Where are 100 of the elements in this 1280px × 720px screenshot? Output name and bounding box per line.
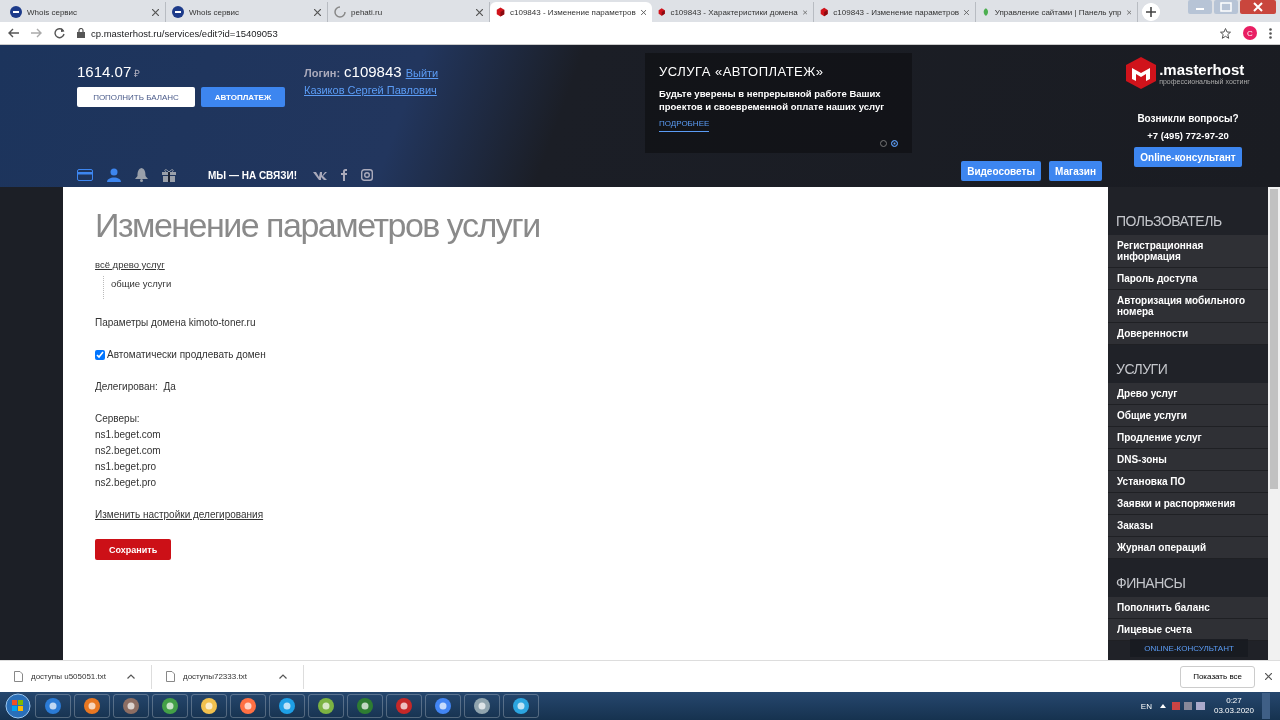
gift-icon[interactable] (162, 168, 176, 182)
sidebar-item[interactable]: Регистрационная информация (1108, 235, 1268, 268)
domain-params-text: Параметры домена kimoto-toner.ru (95, 317, 256, 328)
close-icon[interactable] (640, 8, 646, 16)
sidebar-item[interactable]: Доверенности (1108, 323, 1268, 345)
cube-icon (820, 6, 829, 18)
download-item[interactable]: доступы72333.txt (152, 664, 304, 689)
caret-icon[interactable] (279, 674, 287, 679)
sidebar-item[interactable]: Древо услуг (1108, 383, 1268, 405)
app-icon[interactable] (200, 697, 218, 715)
back-icon[interactable] (8, 28, 19, 38)
sidebar-item[interactable]: Лицевые счета (1108, 619, 1268, 641)
consultant-toast[interactable]: ONLINE-КОНСУЛЬТАНТ (1130, 639, 1248, 657)
close-icon[interactable] (152, 8, 159, 16)
login-label: Логин: (304, 67, 341, 79)
start-button[interactable] (4, 693, 32, 719)
app-icon[interactable] (473, 697, 491, 715)
server-name: ns2.beget.pro (95, 476, 157, 490)
more-link[interactable]: ПОДРОБНЕЕ (659, 119, 710, 132)
server-name: ns2.beget.com (95, 444, 161, 458)
caret-icon[interactable] (127, 674, 135, 679)
currency-sign: ₽ (134, 68, 141, 79)
social-icon[interactable] (341, 169, 348, 181)
server-name: ns1.beget.pro (95, 460, 157, 474)
tray-icon[interactable] (1159, 701, 1206, 711)
sidebar-item[interactable]: DNS-зоны (1108, 449, 1268, 471)
tree-link[interactable]: всё древо услуг (95, 259, 165, 270)
close-icon[interactable] (1265, 673, 1272, 680)
file-icon (166, 671, 175, 682)
social-icon[interactable] (313, 170, 328, 180)
logo-text: .masterhost (1159, 61, 1246, 78)
clock-time: 0:27 (1226, 696, 1242, 706)
sidebar-item[interactable]: Установка ПО (1108, 471, 1268, 493)
app-icon[interactable] (44, 697, 62, 715)
close-icon[interactable] (964, 8, 969, 16)
sidebar-heading: УСЛУГИ (1115, 360, 1169, 379)
tree-item[interactable]: общие услуги (111, 278, 172, 289)
download-item[interactable]: доступы u505051.txt (0, 664, 152, 689)
sidebar-item[interactable]: Продление услуг (1108, 427, 1268, 449)
consultant-button[interactable]: Online-консультант (1134, 147, 1242, 167)
app-icon[interactable] (161, 697, 179, 715)
logout-link[interactable]: Выйти (405, 67, 439, 79)
app-icon[interactable] (239, 697, 257, 715)
top-up-button[interactable]: ПОПОЛНИТЬ БАЛАНС (77, 87, 195, 107)
sidebar-item[interactable]: Заказы (1108, 515, 1268, 537)
sidebar-item[interactable]: Пополнить баланс (1108, 597, 1268, 619)
sidebar-item[interactable]: Пароль доступа (1108, 268, 1268, 290)
star-icon[interactable] (1220, 27, 1231, 39)
app-icon[interactable] (278, 697, 296, 715)
lock-icon (77, 28, 85, 38)
user-name-link[interactable]: Казиков Сергей Павлович (304, 84, 439, 96)
user-icon[interactable] (107, 168, 121, 182)
file-icon (14, 671, 23, 682)
reload-icon[interactable] (54, 27, 65, 39)
delegation-link[interactable]: Изменить настройки делегирования (95, 509, 264, 520)
app-icon[interactable] (356, 697, 374, 715)
login-value: c109843 (344, 63, 402, 80)
leaf-icon (982, 6, 990, 18)
show-all-button[interactable]: Показать все (1180, 665, 1255, 688)
sidebar-heading: ПОЛЬЗОВАТЕЛЬ (1115, 212, 1223, 231)
close-icon[interactable] (314, 8, 321, 16)
bell-icon[interactable] (135, 168, 148, 182)
app-icon[interactable] (83, 697, 101, 715)
close-button[interactable] (1240, 0, 1276, 14)
save-button[interactable]: Сохранить (95, 539, 172, 560)
contact-label: МЫ — НА СВЯЗИ! (208, 169, 298, 181)
cube-icon (658, 6, 666, 18)
promo-text: Будьте уверены в непрерывной работе Ваших проектов и своевременной оплате наших услуг (659, 87, 886, 113)
server-name: ns1.beget.com (95, 428, 161, 442)
nav-button[interactable]: Магазин (1048, 161, 1102, 181)
language-indicator[interactable]: EN (1140, 701, 1152, 711)
app-icon[interactable] (434, 697, 452, 715)
nav-button[interactable]: Видеосоветы (961, 161, 1041, 181)
url-field[interactable]: cp.masterhost.ru/services/edit?id=15409053 (91, 27, 278, 39)
app-icon[interactable] (317, 697, 335, 715)
camera-icon[interactable] (361, 169, 374, 181)
app-icon[interactable] (395, 697, 413, 715)
scrollbar[interactable] (1268, 187, 1280, 660)
logo-icon (1126, 57, 1157, 89)
app-icon[interactable] (122, 697, 140, 715)
delegated-label: Делегирован: (95, 381, 158, 392)
sidebar-item[interactable]: Авторизация мобильного номера (1108, 290, 1268, 323)
slider-dot[interactable] (891, 140, 898, 147)
help-text: Возникли вопросы? (1137, 113, 1239, 124)
loading-icon (334, 6, 346, 18)
sidebar-item[interactable]: Журнал операций (1108, 537, 1268, 559)
checkbox[interactable] (95, 350, 105, 360)
site-icon (172, 6, 184, 18)
credit-card-icon[interactable] (77, 169, 93, 181)
sidebar-item[interactable]: Общие услуги (1108, 405, 1268, 427)
sidebar-item[interactable]: Заявки и распоряжения (1108, 493, 1268, 515)
phone-number: +7 (495) 772-97-20 (1147, 130, 1229, 141)
close-icon[interactable] (476, 8, 483, 16)
app-icon[interactable] (512, 697, 530, 715)
sidebar-heading: ФИНАНСЫ (1115, 574, 1187, 593)
autopay-button[interactable]: АВТОПЛАТЕЖ (201, 87, 285, 107)
profile-avatar[interactable]: C (1243, 26, 1257, 40)
servers-label: Серверы: (95, 412, 140, 426)
menu-icon[interactable] (1269, 27, 1272, 39)
browser-tab[interactable]: c109843 - Изменение параметров (490, 2, 652, 22)
